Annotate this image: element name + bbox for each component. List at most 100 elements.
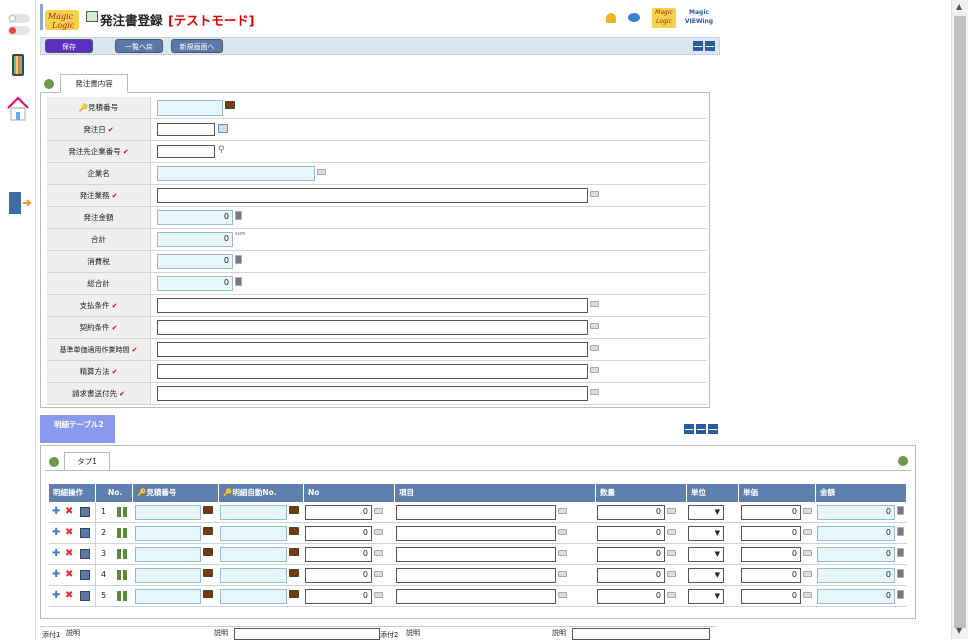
text-expand-icon[interactable] [590, 301, 599, 307]
supplier-code-input[interactable] [157, 145, 215, 158]
grand-total-field[interactable]: 0 [157, 276, 233, 291]
expand-grid-icon[interactable] [117, 528, 127, 538]
no-cell-input[interactable]: 0 [305, 547, 372, 562]
numeric-pad-icon[interactable] [374, 571, 383, 577]
expand-grid-icon[interactable] [117, 570, 127, 580]
detail-auto-no-cell-input[interactable] [220, 526, 287, 541]
unit-select[interactable]: ▼ [688, 505, 724, 520]
text-expand-icon[interactable] [590, 389, 599, 395]
layout-split-icon[interactable] [693, 41, 703, 51]
item-cell-input[interactable] [396, 547, 556, 562]
back-to-list-button[interactable]: 一覧へ戻る [115, 39, 163, 65]
order-amount-field[interactable]: 0 [157, 210, 233, 225]
text-expand-icon[interactable] [590, 345, 599, 351]
estimate-no-cell-input[interactable] [135, 547, 201, 562]
numeric-pad-icon[interactable] [667, 592, 676, 598]
quantity-cell-input[interactable]: 0 [597, 589, 665, 604]
settlement-method-input[interactable] [157, 364, 588, 379]
expand-grid-icon[interactable] [117, 507, 127, 517]
detail-auto-no-cell-input[interactable] [220, 505, 287, 520]
unit-price-cell-input[interactable]: 0 [741, 547, 801, 562]
unit-select[interactable]: ▼ [688, 568, 724, 583]
lookup-briefcase-icon[interactable] [289, 590, 299, 598]
amount-cell-field[interactable]: 0 [817, 589, 895, 604]
numeric-pad-icon[interactable] [803, 529, 812, 535]
quantity-cell-input[interactable]: 0 [597, 547, 665, 562]
detail-table-header-tab[interactable]: 明細テーブル2 [40, 415, 115, 443]
quantity-cell-input[interactable]: 0 [597, 526, 665, 541]
estimate-no-cell-input[interactable] [135, 526, 201, 541]
contract-terms-input[interactable] [157, 320, 588, 335]
amount-cell-field[interactable]: 0 [817, 526, 895, 541]
order-date-input[interactable] [157, 123, 215, 136]
expand-grid-icon[interactable] [117, 591, 127, 601]
unit-price-cell-input[interactable]: 0 [741, 589, 801, 604]
no-cell-input[interactable]: 0 [305, 526, 372, 541]
layout-split-icon-3[interactable] [684, 424, 694, 434]
calculator-icon[interactable] [235, 211, 242, 220]
scroll-down-icon[interactable]: ▼ [956, 626, 962, 635]
mobile-phone-icon[interactable] [12, 54, 24, 76]
amount-cell-field[interactable]: 0 [817, 547, 895, 562]
vertical-scrollbar[interactable]: ▲ ▼ [951, 0, 968, 639]
layout-split-icon-4[interactable] [696, 424, 706, 434]
tab-order-content[interactable]: 発注書内容 [60, 74, 128, 93]
no-cell-input[interactable]: 0 [305, 589, 372, 604]
lookup-briefcase-icon[interactable] [289, 569, 299, 577]
text-expand-icon[interactable] [317, 169, 326, 175]
numeric-pad-icon[interactable] [803, 508, 812, 514]
text-expand-icon[interactable] [558, 529, 567, 535]
company-name-field[interactable] [157, 166, 315, 181]
detail-auto-no-cell-input[interactable] [220, 589, 287, 604]
attachment-2-desc-input[interactable] [572, 628, 710, 640]
text-expand-icon[interactable] [590, 191, 599, 197]
unit-price-cell-input[interactable]: 0 [741, 568, 801, 583]
lookup-briefcase-icon[interactable] [203, 506, 213, 514]
numeric-pad-icon[interactable] [803, 592, 812, 598]
calculator-icon[interactable] [897, 590, 904, 599]
item-cell-input[interactable] [396, 568, 556, 583]
text-expand-icon[interactable] [558, 550, 567, 556]
no-cell-input[interactable]: 0 [305, 505, 372, 520]
lookup-briefcase-icon[interactable] [203, 590, 213, 598]
amount-cell-field[interactable]: 0 [817, 568, 895, 583]
new-screen-button[interactable]: 新規画面へ [171, 39, 223, 53]
detail-auto-no-cell-input[interactable] [220, 547, 287, 562]
save-button[interactable]: 保存 [45, 39, 93, 53]
unit-select[interactable]: ▼ [688, 547, 724, 562]
scroll-up-icon[interactable]: ▲ [956, 2, 962, 11]
lookup-briefcase-icon[interactable] [203, 548, 213, 556]
calculator-icon[interactable] [897, 548, 904, 557]
numeric-pad-icon[interactable] [667, 550, 676, 556]
expand-grid-icon[interactable] [117, 549, 127, 559]
search-magnifier-icon[interactable]: ⚲ [218, 145, 225, 155]
calendar-icon[interactable] [218, 124, 228, 133]
text-expand-icon[interactable] [558, 508, 567, 514]
text-expand-icon[interactable] [558, 571, 567, 577]
lookup-briefcase-icon[interactable] [225, 101, 235, 109]
text-expand-icon[interactable] [590, 323, 599, 329]
estimate-no-cell-input[interactable] [135, 568, 201, 583]
estimate-no-cell-input[interactable] [135, 505, 201, 520]
calculator-icon[interactable] [897, 506, 904, 515]
estimate-no-field[interactable] [157, 100, 223, 116]
numeric-pad-icon[interactable] [803, 550, 812, 556]
unit-price-cell-input[interactable]: 0 [741, 526, 801, 541]
amount-cell-field[interactable]: 0 [817, 505, 895, 520]
tab-1[interactable]: タブ1 [64, 452, 110, 471]
numeric-pad-icon[interactable] [667, 529, 676, 535]
payment-terms-input[interactable] [157, 298, 588, 313]
unit-select[interactable]: ▼ [688, 589, 724, 604]
lookup-briefcase-icon[interactable] [203, 569, 213, 577]
text-expand-icon[interactable] [558, 592, 567, 598]
lookup-briefcase-icon[interactable] [289, 548, 299, 556]
quantity-cell-input[interactable]: 0 [597, 568, 665, 583]
lookup-briefcase-icon[interactable] [289, 506, 299, 514]
lookup-briefcase-icon[interactable] [289, 527, 299, 535]
unit-price-cell-input[interactable]: 0 [741, 505, 801, 520]
numeric-pad-icon[interactable] [374, 529, 383, 535]
attachment-1-desc-input[interactable] [234, 628, 380, 640]
numeric-pad-icon[interactable] [374, 592, 383, 598]
calculator-icon[interactable] [897, 527, 904, 536]
item-cell-input[interactable] [396, 589, 556, 604]
